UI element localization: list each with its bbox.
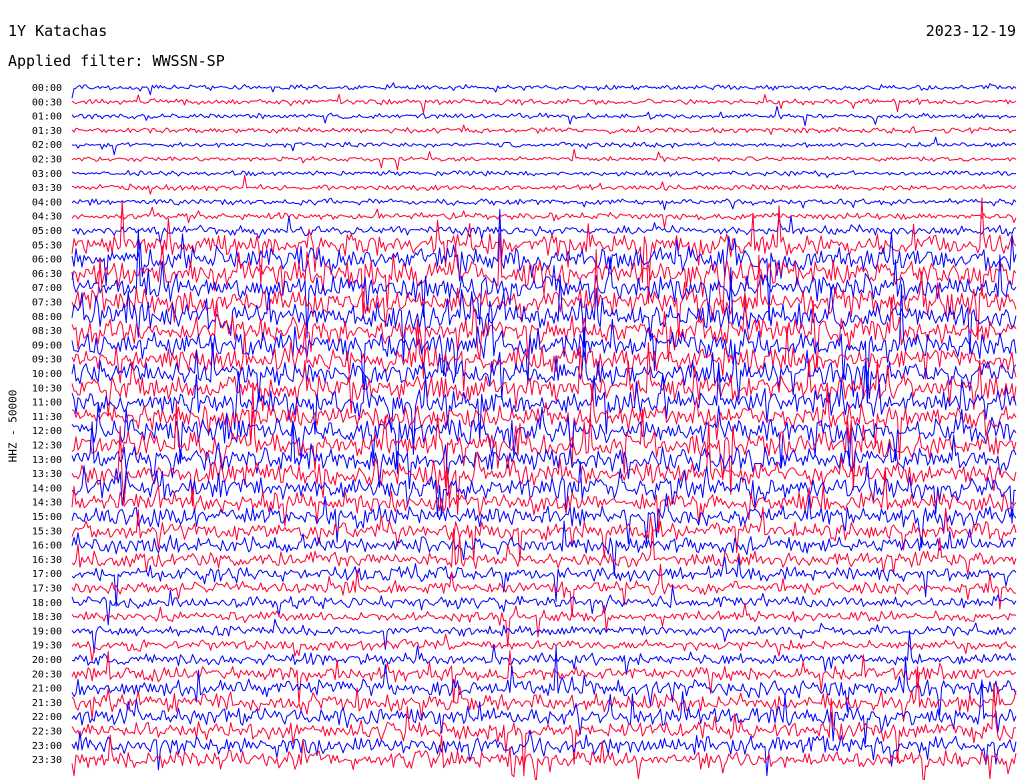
time-tick-label: 02:00 [32,140,62,151]
time-tick-label: 21:00 [32,684,62,695]
trace-row [71,82,1017,99]
time-tick-label: 17:30 [32,584,62,595]
time-tick-label: 14:00 [32,483,62,494]
time-tick-label: 19:30 [32,641,62,652]
time-tick-label: 15:30 [32,526,62,537]
time-tick-label: 15:00 [32,512,62,523]
time-tick-label: 01:30 [32,126,62,137]
time-tick-label: 00:30 [32,97,62,108]
time-tick-label: 19:00 [32,626,62,637]
trace-row [71,360,1017,455]
time-tick-label: 04:00 [32,197,62,208]
trace-row [71,215,1017,244]
time-tick-label: 06:30 [32,269,62,280]
time-tick-label: 05:00 [32,226,62,237]
tick-label-group: 00:00 00:30 01:00 01:30 02:00 02:30 03:00 03:30… [32,83,62,766]
trace-row [71,467,1017,532]
time-tick-label: 12:00 [32,426,62,437]
time-tick-label: 20:30 [32,669,62,680]
time-tick-label: 05:30 [32,240,62,251]
trace-row [71,734,1017,780]
time-tick-label: 22:00 [32,712,62,723]
trace-row [71,169,1017,179]
trace-row [71,197,1017,211]
time-tick-label: 07:00 [32,283,62,294]
time-tick-label: 18:30 [32,612,62,623]
time-tick-label: 18:00 [32,598,62,609]
trace-row [71,136,1017,156]
time-tick-label: 14:30 [32,498,62,509]
time-tick-label: 10:30 [32,383,62,394]
trace-row [71,730,1017,777]
trace-group [71,82,1017,780]
time-tick-label: 16:00 [32,541,62,552]
time-tick-label: 00:00 [32,83,62,94]
time-tick-label: 03:00 [32,169,62,180]
trace-row [71,284,1017,403]
trace-row [71,124,1017,135]
time-tick-label: 06:00 [32,255,62,266]
time-tick-label: 01:00 [32,112,62,123]
trace-row [71,556,1017,607]
time-tick-label: 11:00 [32,398,62,409]
trace-row [71,206,1017,229]
time-tick-label: 07:30 [32,298,62,309]
time-tick-label: 10:00 [32,369,62,380]
trace-row [71,93,1017,114]
trace-row [71,105,1017,127]
helicorder-plot: 00:00 00:30 01:00 01:30 02:00 02:30 03:00 03:30… [32,82,1017,780]
time-tick-label: 02:30 [32,155,62,166]
time-tick-label: 13:30 [32,469,62,480]
trace-row [71,174,1017,195]
trace-row [71,630,1017,675]
time-tick-label: 09:00 [32,340,62,351]
time-tick-label: 12:30 [32,441,62,452]
time-tick-label: 08:30 [32,326,62,337]
time-tick-label: 04:30 [32,212,62,223]
time-tick-label: 09:30 [32,355,62,366]
time-tick-label: 22:30 [32,727,62,738]
trace-row [71,520,1017,577]
time-tick-label: 08:00 [32,312,62,323]
time-tick-label: 13:00 [32,455,62,466]
trace-row [71,602,1017,648]
trace-row [71,618,1017,653]
time-tick-label: 17:00 [32,569,62,580]
trace-row [71,148,1017,171]
time-tick-label: 20:00 [32,655,62,666]
time-tick-label: 11:30 [32,412,62,423]
time-tick-label: 16:30 [32,555,62,566]
time-tick-label: 21:30 [32,698,62,709]
time-tick-label: 23:00 [32,741,62,752]
time-tick-label: 03:30 [32,183,62,194]
time-tick-label: 23:30 [32,755,62,766]
